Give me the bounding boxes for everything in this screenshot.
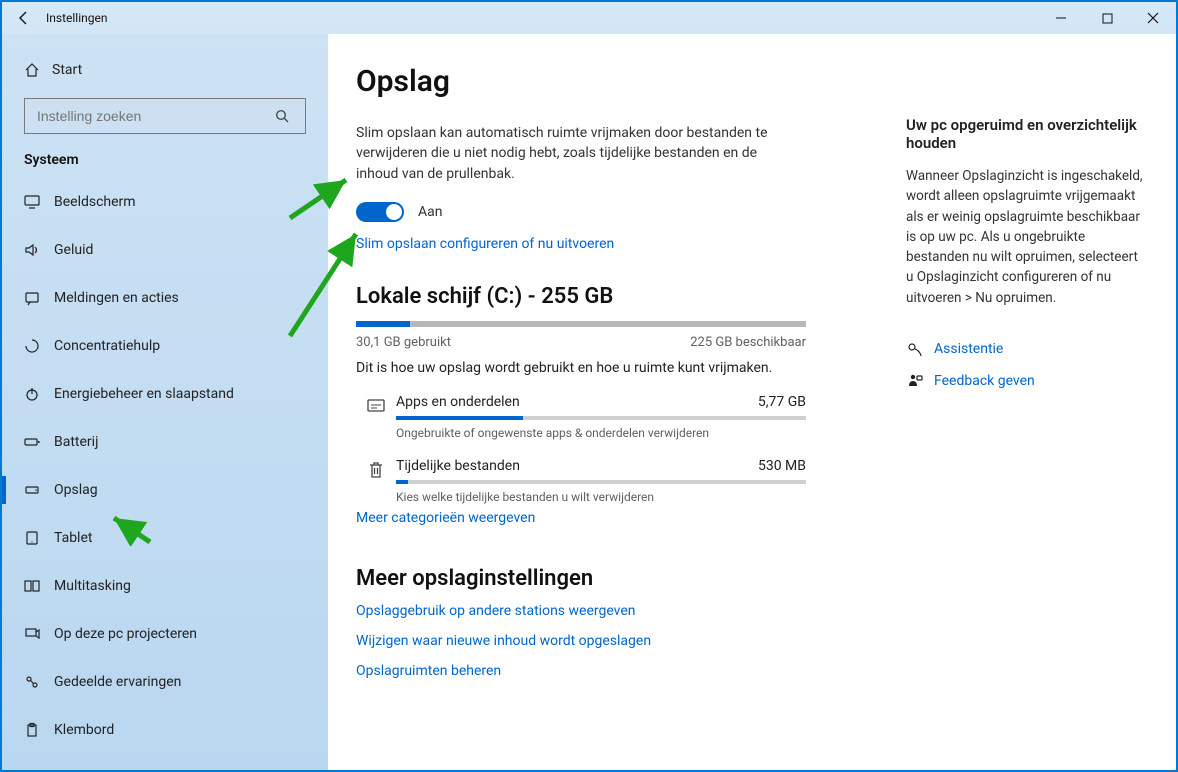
category-sub: Kies welke tijdelijke bestanden u wilt v… <box>396 490 806 504</box>
sidebar-item-clipboard[interactable]: Klembord <box>2 706 328 754</box>
aside: Uw pc opgeruimd en overzichtelijk houden… <box>826 64 1148 750</box>
more-settings-heading: Meer opslaginstellingen <box>356 566 826 591</box>
sidebar-item-label: Meldingen en acties <box>54 290 179 306</box>
window-title: Instellingen <box>46 11 107 25</box>
battery-icon <box>24 434 54 450</box>
sidebar-item-label: Batterij <box>54 434 98 450</box>
sidebar-item-sound[interactable]: Geluid <box>2 226 328 274</box>
sidebar-item-multitask[interactable]: Multitasking <box>2 562 328 610</box>
more-settings-link[interactable]: Opslagruimten beheren <box>356 663 826 679</box>
close-button[interactable] <box>1130 2 1176 34</box>
sound-icon <box>24 242 54 258</box>
power-icon <box>24 386 54 402</box>
tablet-icon <box>24 530 54 546</box>
minimize-icon <box>1055 12 1067 24</box>
aside-link[interactable]: Feedback geven <box>934 373 1035 389</box>
apps-icon <box>356 394 396 416</box>
category-size: 530 MB <box>758 458 806 474</box>
search-icon <box>275 109 295 123</box>
category-bar <box>396 416 806 420</box>
display-icon <box>24 194 54 210</box>
sidebar-item-tablet[interactable]: Tablet <box>2 514 328 562</box>
multitask-icon <box>24 578 54 594</box>
sidebar-item-battery[interactable]: Batterij <box>2 418 328 466</box>
aside-heading: Uw pc opgeruimd en overzichtelijk houden <box>906 116 1148 152</box>
clipboard-icon <box>24 722 54 738</box>
more-settings-link[interactable]: Wijzigen waar nieuwe inhoud wordt opgesl… <box>356 633 826 649</box>
sidebar-item-label: Tablet <box>54 530 92 546</box>
storage-category-row[interactable]: Tijdelijke bestanden 530 MB Kies welke tij… <box>356 458 806 504</box>
sidebar-item-focus[interactable]: Concentratiehulp <box>2 322 328 370</box>
disk-usage-bar <box>356 321 806 327</box>
toggle-state-label: Aan <box>418 204 442 220</box>
sidebar-section-title: Systeem <box>2 146 328 178</box>
title-bar: Instellingen <box>2 2 1176 34</box>
aside-body: Wanneer Opslaginzicht is ingeschakeld, w… <box>906 166 1148 308</box>
aside-link[interactable]: Assistentie <box>934 341 1003 357</box>
sidebar-item-notifications[interactable]: Meldingen en acties <box>2 274 328 322</box>
show-more-categories-link[interactable]: Meer categorieën weergeven <box>356 510 826 526</box>
sidebar-item-label: Multitasking <box>54 578 131 594</box>
sidebar-item-label: Beeldscherm <box>54 194 136 210</box>
maximize-icon <box>1102 13 1113 24</box>
storage-sense-toggle[interactable] <box>356 202 404 222</box>
category-size: 5,77 GB <box>758 394 806 410</box>
disk-heading: Lokale schijf (C:) - 255 GB <box>356 284 826 309</box>
page-title: Opslag <box>356 64 826 99</box>
shared-icon <box>24 674 54 690</box>
more-settings-link[interactable]: Opslaggebruik op andere stations weergev… <box>356 603 826 619</box>
sidebar-item-label: Energiebeheer en slaapstand <box>54 386 234 402</box>
configure-storage-sense-link[interactable]: Slim opslaan configureren of nu uitvoere… <box>356 236 826 252</box>
arrow-left-icon <box>16 10 32 26</box>
close-icon <box>1147 12 1159 24</box>
notifications-icon <box>24 290 54 306</box>
disk-usage-fill <box>356 321 410 327</box>
sidebar-item-project[interactable]: Op deze pc projecteren <box>2 610 328 658</box>
disk-used-label: 30,1 GB gebruikt <box>356 335 451 350</box>
storage-icon <box>24 482 54 498</box>
sidebar-item-label: Opslag <box>54 482 98 498</box>
search-input-wrap[interactable] <box>24 98 306 134</box>
sidebar-item-shared[interactable]: Gedeelde ervaringen <box>2 658 328 706</box>
project-icon <box>24 626 54 642</box>
sidebar-item-label: Op deze pc projecteren <box>54 626 197 642</box>
help-icon <box>906 340 934 358</box>
maximize-button[interactable] <box>1084 2 1130 34</box>
usage-hint: Dit is hoe uw opslag wordt gebruikt en h… <box>356 360 826 376</box>
storage-sense-description: Slim opslaan kan automatisch ruimte vrij… <box>356 123 796 184</box>
aside-link-row: Feedback geven <box>906 372 1148 390</box>
sidebar-item-label: Gedeelde ervaringen <box>54 674 181 690</box>
category-sub: Ongebruikte of ongewenste apps & onderde… <box>396 426 806 440</box>
sidebar-item-label: Concentratiehulp <box>54 338 160 354</box>
feedback-icon <box>906 372 934 390</box>
sidebar-item-display[interactable]: Beeldscherm <box>2 178 328 226</box>
trash-icon <box>356 458 396 480</box>
aside-link-row: Assistentie <box>906 340 1148 358</box>
back-button[interactable] <box>10 4 38 32</box>
sidebar-item-label: Geluid <box>54 242 93 258</box>
category-title: Tijdelijke bestanden <box>396 458 520 474</box>
category-bar <box>396 480 806 484</box>
sidebar-item-storage[interactable]: Opslag <box>2 466 328 514</box>
start-row[interactable]: Start <box>2 48 328 92</box>
sidebar-item-power[interactable]: Energiebeheer en slaapstand <box>2 370 328 418</box>
start-label: Start <box>52 62 82 78</box>
main-content: Opslag Slim opslaan kan automatisch ruim… <box>328 34 1176 770</box>
storage-category-row[interactable]: Apps en onderdelen 5,77 GB Ongebruikte of … <box>356 394 806 440</box>
sidebar-item-label: Klembord <box>54 722 114 738</box>
sidebar: Start Systeem Beeldscherm Geluid Meldingen… <box>2 34 328 770</box>
disk-free-label: 225 GB beschikbaar <box>690 335 806 350</box>
focus-icon <box>24 338 54 354</box>
home-icon <box>24 62 52 78</box>
search-input[interactable] <box>35 107 275 125</box>
category-title: Apps en onderdelen <box>396 394 520 410</box>
minimize-button[interactable] <box>1038 2 1084 34</box>
